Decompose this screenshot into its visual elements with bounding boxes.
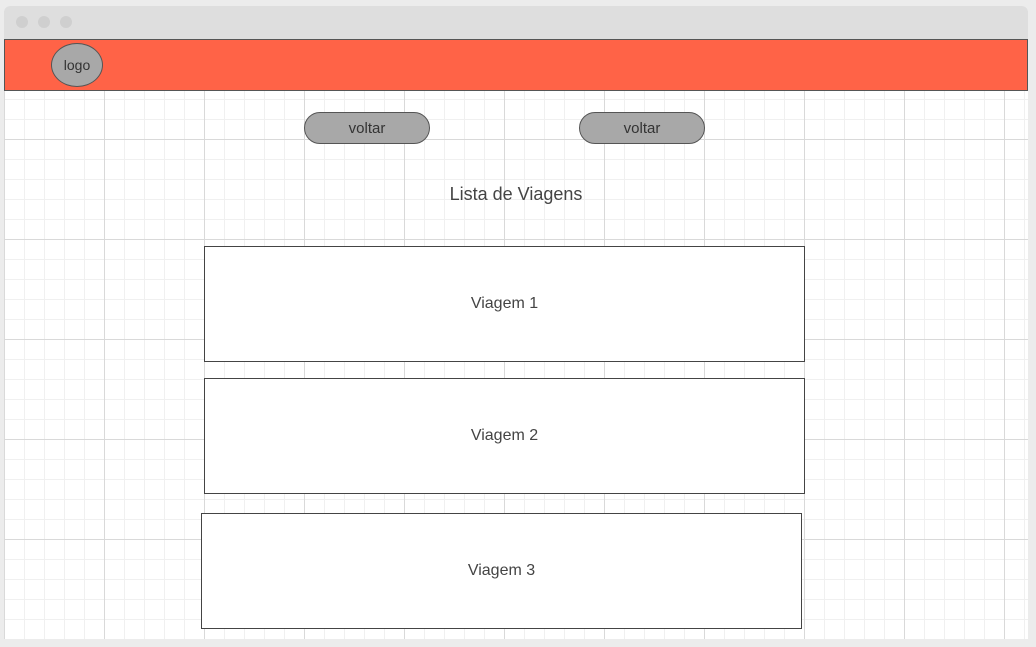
window-minimize-dot[interactable] bbox=[38, 16, 50, 28]
logo[interactable]: logo bbox=[51, 43, 103, 87]
app-header: logo bbox=[4, 39, 1028, 91]
browser-window: logo voltar voltar Lista de Viagens Viag… bbox=[4, 6, 1028, 639]
trip-card-3[interactable]: Viagem 3 bbox=[201, 513, 802, 629]
page-canvas: logo voltar voltar Lista de Viagens Viag… bbox=[4, 39, 1028, 639]
trip-card-label: Viagem 2 bbox=[470, 427, 539, 444]
trip-card-2[interactable]: Viagem 2 bbox=[204, 378, 805, 494]
trip-card-label: Viagem 1 bbox=[470, 295, 539, 312]
page-title: Lista de Viagens bbox=[449, 184, 583, 204]
back-button-left[interactable]: voltar bbox=[304, 112, 430, 144]
window-titlebar bbox=[4, 6, 1028, 39]
back-button-right[interactable]: voltar bbox=[579, 112, 705, 144]
window-close-dot[interactable] bbox=[16, 16, 28, 28]
trip-card-label: Viagem 3 bbox=[467, 562, 536, 579]
trip-card-1[interactable]: Viagem 1 bbox=[204, 246, 805, 362]
window-maximize-dot[interactable] bbox=[60, 16, 72, 28]
